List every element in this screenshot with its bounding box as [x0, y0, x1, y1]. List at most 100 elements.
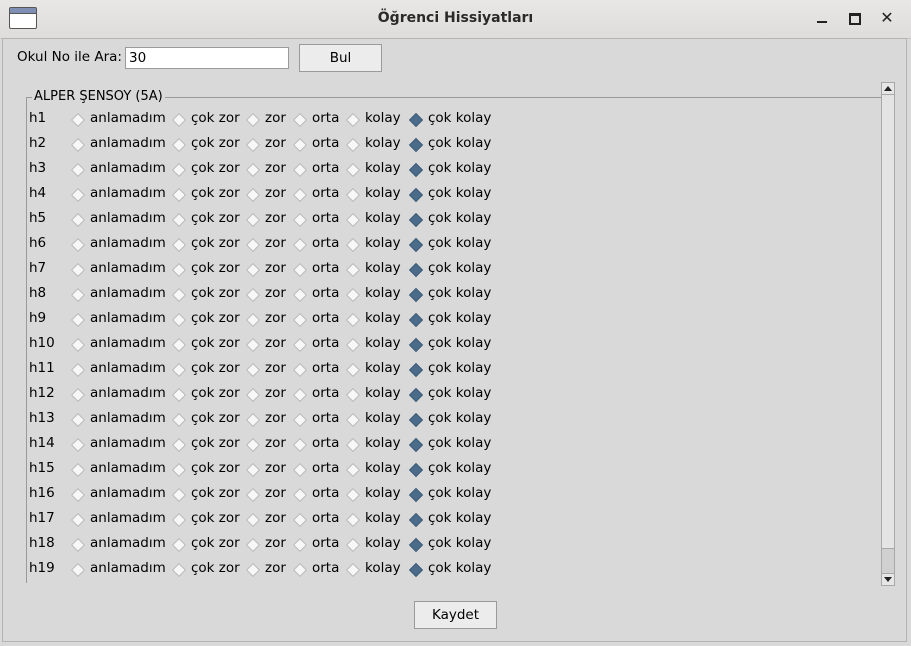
radio-icon[interactable] [171, 562, 187, 578]
radio-icon[interactable] [171, 312, 187, 328]
radio-icon[interactable] [245, 187, 261, 203]
radio-icon[interactable] [245, 362, 261, 378]
radio-icon[interactable] [245, 337, 261, 353]
radio-icon[interactable] [292, 162, 308, 178]
radio-icon[interactable] [292, 137, 308, 153]
radio-icon[interactable] [171, 387, 187, 403]
radio-icon[interactable] [70, 462, 86, 478]
radio-icon[interactable] [408, 512, 424, 528]
radio-icon[interactable] [292, 512, 308, 528]
radio-icon[interactable] [408, 487, 424, 503]
radio-icon[interactable] [171, 537, 187, 553]
radio-icon[interactable] [171, 212, 187, 228]
radio-icon[interactable] [171, 262, 187, 278]
radio-icon[interactable] [245, 512, 261, 528]
radio-icon[interactable] [245, 387, 261, 403]
radio-icon[interactable] [70, 162, 86, 178]
radio-icon[interactable] [408, 162, 424, 178]
radio-icon[interactable] [245, 537, 261, 553]
radio-icon[interactable] [171, 437, 187, 453]
radio-icon[interactable] [171, 137, 187, 153]
radio-icon[interactable] [292, 537, 308, 553]
radio-icon[interactable] [408, 262, 424, 278]
radio-icon[interactable] [70, 287, 86, 303]
radio-icon[interactable] [292, 487, 308, 503]
radio-icon[interactable] [292, 387, 308, 403]
radio-icon[interactable] [292, 412, 308, 428]
radio-icon[interactable] [70, 387, 86, 403]
radio-icon[interactable] [345, 412, 361, 428]
radio-icon[interactable] [245, 137, 261, 153]
radio-icon[interactable] [345, 537, 361, 553]
radio-icon[interactable] [245, 287, 261, 303]
radio-icon[interactable] [292, 312, 308, 328]
radio-icon[interactable] [408, 312, 424, 328]
radio-icon[interactable] [171, 487, 187, 503]
radio-icon[interactable] [245, 212, 261, 228]
radio-icon[interactable] [408, 387, 424, 403]
radio-icon[interactable] [292, 187, 308, 203]
radio-icon[interactable] [171, 112, 187, 128]
scroll-up-arrow-icon[interactable] [882, 83, 894, 95]
radio-icon[interactable] [171, 187, 187, 203]
radio-icon[interactable] [245, 112, 261, 128]
scroll-down-arrow-icon[interactable] [882, 573, 894, 585]
search-input[interactable] [125, 47, 289, 69]
radio-icon[interactable] [345, 312, 361, 328]
radio-icon[interactable] [408, 537, 424, 553]
radio-icon[interactable] [345, 562, 361, 578]
minimize-button[interactable] [812, 8, 832, 28]
radio-icon[interactable] [70, 412, 86, 428]
radio-icon[interactable] [245, 412, 261, 428]
radio-icon[interactable] [408, 187, 424, 203]
radio-icon[interactable] [171, 237, 187, 253]
radio-icon[interactable] [345, 137, 361, 153]
radio-icon[interactable] [70, 212, 86, 228]
radio-icon[interactable] [171, 412, 187, 428]
maximize-button[interactable] [845, 8, 865, 28]
radio-icon[interactable] [70, 512, 86, 528]
radio-icon[interactable] [345, 512, 361, 528]
radio-icon[interactable] [70, 237, 86, 253]
radio-icon[interactable] [245, 237, 261, 253]
radio-icon[interactable] [408, 437, 424, 453]
radio-icon[interactable] [345, 187, 361, 203]
radio-icon[interactable] [408, 462, 424, 478]
vertical-scrollbar[interactable] [881, 82, 895, 586]
radio-icon[interactable] [292, 262, 308, 278]
radio-icon[interactable] [345, 112, 361, 128]
radio-icon[interactable] [408, 562, 424, 578]
radio-icon[interactable] [292, 437, 308, 453]
radio-icon[interactable] [345, 162, 361, 178]
find-button[interactable]: Bul [299, 44, 382, 72]
radio-icon[interactable] [171, 512, 187, 528]
radio-icon[interactable] [171, 162, 187, 178]
save-button[interactable]: Kaydet [414, 601, 497, 629]
radio-icon[interactable] [245, 262, 261, 278]
radio-icon[interactable] [171, 337, 187, 353]
radio-icon[interactable] [408, 137, 424, 153]
radio-icon[interactable] [70, 262, 86, 278]
radio-icon[interactable] [245, 162, 261, 178]
close-button[interactable]: ✕ [877, 8, 897, 28]
radio-icon[interactable] [292, 362, 308, 378]
radio-icon[interactable] [408, 212, 424, 228]
radio-icon[interactable] [70, 362, 86, 378]
radio-icon[interactable] [408, 112, 424, 128]
radio-icon[interactable] [292, 562, 308, 578]
radio-icon[interactable] [345, 337, 361, 353]
radio-icon[interactable] [408, 412, 424, 428]
radio-icon[interactable] [292, 337, 308, 353]
radio-icon[interactable] [245, 562, 261, 578]
radio-icon[interactable] [408, 337, 424, 353]
radio-icon[interactable] [70, 437, 86, 453]
radio-icon[interactable] [408, 237, 424, 253]
radio-icon[interactable] [408, 362, 424, 378]
radio-icon[interactable] [245, 462, 261, 478]
radio-icon[interactable] [70, 537, 86, 553]
radio-icon[interactable] [70, 112, 86, 128]
scrollbar-thumb[interactable] [882, 95, 894, 549]
radio-icon[interactable] [245, 312, 261, 328]
radio-icon[interactable] [292, 237, 308, 253]
radio-icon[interactable] [70, 562, 86, 578]
